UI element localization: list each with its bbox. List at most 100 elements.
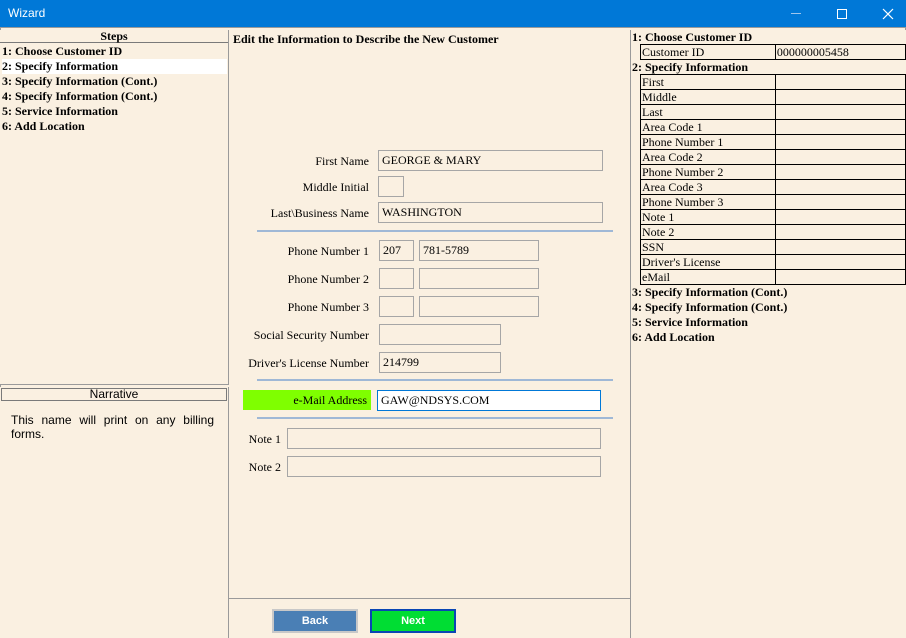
table-row: Driver's License [639, 254, 906, 270]
step-item[interactable]: 4: Specify Information (Cont.) [2, 89, 227, 104]
phone1-area-input[interactable]: 207 [379, 240, 414, 261]
table-cell-label: Area Code 1 [639, 119, 777, 135]
table-cell-label: Area Code 3 [639, 179, 777, 195]
table-cell-label: First [639, 74, 777, 90]
step-item[interactable]: 6: Add Location [2, 119, 227, 134]
table-cell-value [775, 239, 906, 255]
first-name-input[interactable]: GEORGE & MARY [378, 150, 603, 171]
summary-section-heading: 5: Service Information [632, 315, 748, 329]
minimize-button[interactable] [773, 0, 819, 27]
table-row: SSN [639, 239, 906, 255]
section-divider [257, 417, 613, 419]
phone1-number-input[interactable]: 781-5789 [419, 240, 539, 261]
table-cell-value [775, 149, 906, 165]
form-title: Edit the Information to Describe the New… [233, 32, 499, 46]
table-row: Note 2 [639, 224, 906, 240]
table-row: Middle [639, 89, 906, 105]
table-cell-value [775, 89, 906, 105]
table-cell-label: Phone Number 1 [639, 134, 777, 150]
middle-initial-input[interactable] [378, 176, 404, 197]
last-name-input[interactable]: WASHINGTON [378, 202, 603, 223]
phone3-label: Phone Number 3 [287, 300, 369, 314]
table-cell-label: Phone Number 3 [639, 194, 777, 210]
table-cell-label: Phone Number 2 [639, 164, 777, 180]
drivers-license-label: Driver's License Number [248, 356, 369, 370]
table-cell-label: Note 1 [639, 209, 777, 225]
steps-panel: Steps 1: Choose Customer ID 2: Specify I… [0, 30, 229, 385]
phone2-area-input[interactable] [379, 268, 414, 289]
maximize-icon [837, 8, 847, 19]
table-cell-value [775, 104, 906, 120]
back-button[interactable]: Back [272, 609, 358, 633]
phone1-label: Phone Number 1 [287, 244, 369, 258]
step-item-selected[interactable]: 2: Specify Information [2, 59, 227, 74]
close-icon [882, 8, 894, 19]
drivers-license-input[interactable]: 214799 [379, 352, 501, 373]
section-divider [257, 230, 613, 232]
step-item[interactable]: 1: Choose Customer ID [2, 44, 227, 59]
close-button[interactable] [865, 0, 906, 27]
phone2-label: Phone Number 2 [287, 272, 369, 286]
phone3-area-input[interactable] [379, 296, 414, 317]
table-row: Phone Number 3 [639, 194, 906, 210]
note1-input[interactable] [287, 428, 601, 449]
table-cell-label: Customer ID [640, 44, 776, 60]
table-cell-value [775, 269, 906, 285]
summary-section-heading: 2: Specify Information [632, 60, 748, 74]
table-row: Note 1 [639, 209, 906, 225]
table-cell-label: eMail [639, 269, 777, 285]
table-row: Phone Number 1 [639, 134, 906, 150]
window-title: Wizard [8, 6, 46, 20]
table-row: Last [639, 104, 906, 120]
table-row: First [639, 74, 906, 90]
narrative-panel: Narrative This name will print on any bi… [0, 387, 229, 638]
step-item[interactable]: 3: Specify Information (Cont.) [2, 74, 227, 89]
narrative-header: Narrative [1, 388, 227, 401]
maximize-button[interactable] [819, 0, 865, 27]
table-row: Area Code 1 [639, 119, 906, 135]
note1-label: Note 1 [248, 432, 281, 446]
info-table: First Middle Last Area Code 1 Phone Numb… [639, 74, 906, 285]
customer-form: Edit the Information to Describe the New… [229, 30, 630, 638]
title-bar: Wizard [0, 0, 906, 27]
table-row: Area Code 3 [639, 179, 906, 195]
table-row: Area Code 2 [639, 149, 906, 165]
step-item[interactable]: 5: Service Information [2, 104, 227, 119]
phone2-number-input[interactable] [419, 268, 539, 289]
table-cell-label: SSN [639, 239, 777, 255]
steps-header: Steps [0, 30, 228, 43]
minimize-icon [791, 13, 801, 14]
next-button[interactable]: Next [370, 609, 456, 633]
table-cell-value [775, 209, 906, 225]
last-name-label: Last\Business Name [270, 206, 369, 220]
table-cell-value [775, 134, 906, 150]
email-input[interactable]: GAW@NDSYS.COM [377, 390, 601, 411]
email-label: e-Mail Address [243, 390, 371, 410]
table-cell-label: Driver's License [639, 254, 777, 270]
button-bar: Back Next [229, 598, 630, 638]
summary-section-heading: 3: Specify Information (Cont.) [632, 285, 788, 299]
table-cell-label: Note 2 [639, 224, 777, 240]
table-cell-label: Middle [639, 89, 777, 105]
narrative-text: This name will print on any billing form… [11, 413, 214, 441]
table-cell-value [775, 224, 906, 240]
table-cell-value [775, 194, 906, 210]
summary-section-heading: 4: Specify Information (Cont.) [632, 300, 788, 314]
table-cell-label: Last [639, 104, 777, 120]
table-cell-label: Area Code 2 [639, 149, 777, 165]
table-row: Phone Number 2 [639, 164, 906, 180]
table-cell-value [775, 254, 906, 270]
ssn-label: Social Security Number [253, 328, 369, 342]
summary-section-heading: 1: Choose Customer ID [632, 30, 753, 44]
note2-label: Note 2 [248, 460, 281, 474]
table-cell-value [775, 119, 906, 135]
table-row: eMail [639, 269, 906, 285]
table-cell-value [775, 164, 906, 180]
summary-panel: 1: Choose Customer ID Customer ID 000000… [630, 30, 906, 638]
note2-input[interactable] [287, 456, 601, 477]
first-name-label: First Name [315, 154, 369, 168]
middle-initial-label: Middle Initial [302, 180, 369, 194]
summary-section-heading: 6: Add Location [632, 330, 715, 344]
phone3-number-input[interactable] [419, 296, 539, 317]
ssn-input[interactable] [379, 324, 501, 345]
